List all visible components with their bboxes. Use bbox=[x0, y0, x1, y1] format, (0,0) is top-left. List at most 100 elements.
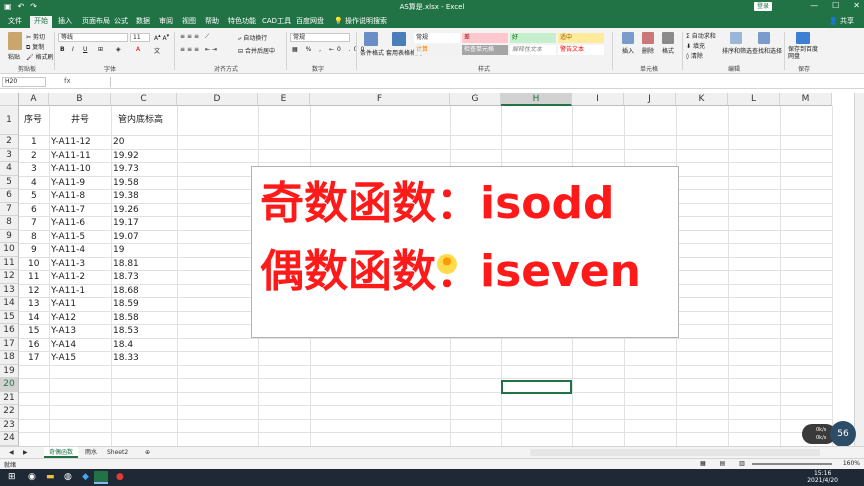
tab-data[interactable]: 数据 bbox=[132, 16, 154, 28]
chrome-icon[interactable]: ◍ bbox=[64, 472, 72, 482]
row-header[interactable]: 5 bbox=[0, 175, 19, 189]
clear-button[interactable]: ◊ 清除 bbox=[686, 51, 703, 60]
column-header[interactable]: J bbox=[624, 93, 676, 106]
style-good[interactable]: 好 bbox=[510, 33, 556, 43]
cell[interactable]: 1 bbox=[31, 136, 37, 149]
cell[interactable]: 10 bbox=[28, 258, 39, 271]
row-header[interactable]: 15 bbox=[0, 310, 19, 324]
column-header[interactable]: I bbox=[572, 93, 624, 106]
cell[interactable]: Y-A11-6 bbox=[51, 217, 85, 230]
excel-taskbar-icon[interactable] bbox=[94, 471, 108, 484]
column-header[interactable]: F bbox=[310, 93, 450, 106]
view-mode-icons[interactable]: ▦ ▤ ▥ bbox=[700, 460, 751, 467]
tab-cad-tools[interactable]: CAD工具 bbox=[258, 16, 295, 28]
cell[interactable]: 18.4 bbox=[113, 339, 133, 352]
row-header[interactable]: 14 bbox=[0, 297, 19, 311]
cell[interactable]: 19 bbox=[113, 244, 124, 257]
cell[interactable]: 18.68 bbox=[113, 285, 139, 298]
add-sheet-icon[interactable]: ⊕ bbox=[140, 447, 155, 458]
sort-filter-label[interactable]: 排序和筛选 bbox=[722, 46, 752, 55]
autosum-button[interactable]: Σ 自动求和 bbox=[686, 31, 716, 40]
row-header[interactable]: 6 bbox=[0, 189, 19, 203]
cell[interactable]: 18.33 bbox=[113, 352, 139, 365]
cell[interactable]: 2 bbox=[31, 150, 37, 163]
cell[interactable]: 18.73 bbox=[113, 271, 139, 284]
find-select-label[interactable]: 查找和选择 bbox=[752, 46, 782, 55]
style-check-cell[interactable]: 检查单元格 bbox=[462, 45, 508, 55]
fill-color-icon[interactable]: ◈ bbox=[116, 46, 121, 53]
row-header[interactable]: 17 bbox=[0, 337, 19, 351]
row-header[interactable]: 3 bbox=[0, 148, 19, 162]
column-header[interactable]: D bbox=[177, 93, 258, 106]
cell[interactable]: 6 bbox=[31, 204, 37, 217]
cell[interactable]: Y-A11-7 bbox=[51, 204, 85, 217]
signin-button[interactable]: 登录 bbox=[754, 2, 772, 11]
row-header[interactable]: 7 bbox=[0, 202, 19, 216]
horizontal-align-icons[interactable]: ≡≡≡ ⇤⇥ bbox=[180, 46, 219, 53]
cell[interactable]: Y-A11-4 bbox=[51, 244, 85, 257]
select-all-corner[interactable] bbox=[0, 93, 19, 106]
cell[interactable]: Y-A11-12 bbox=[51, 136, 91, 149]
column-header[interactable]: M bbox=[780, 93, 832, 106]
column-header-selected[interactable]: H bbox=[501, 93, 572, 106]
cell[interactable]: 19.92 bbox=[113, 150, 139, 163]
cell[interactable]: 19.07 bbox=[113, 231, 139, 244]
fill-button[interactable]: ⬇ 填充 bbox=[686, 41, 705, 50]
cell[interactable]: Y-A13 bbox=[51, 325, 76, 338]
sheet-nav-right-icon[interactable]: ▶ bbox=[18, 447, 33, 458]
row-header[interactable]: 23 bbox=[0, 418, 19, 432]
cell[interactable]: 13 bbox=[28, 298, 39, 311]
row-header[interactable]: 2 bbox=[0, 135, 19, 149]
tab-review[interactable]: 审阅 bbox=[155, 16, 177, 28]
header-cell-well[interactable]: 井号 bbox=[71, 114, 89, 127]
row-header[interactable]: 11 bbox=[0, 256, 19, 270]
border-icon[interactable]: ⊞ bbox=[98, 46, 103, 53]
bold-button[interactable]: B bbox=[60, 46, 65, 53]
column-header[interactable]: G bbox=[450, 93, 501, 106]
column-header[interactable]: E bbox=[258, 93, 310, 106]
cell[interactable]: 18.59 bbox=[113, 298, 139, 311]
row-header[interactable]: 13 bbox=[0, 283, 19, 297]
column-header[interactable]: K bbox=[676, 93, 728, 106]
cell[interactable]: Y-A14 bbox=[51, 339, 76, 352]
vertical-scrollbar[interactable] bbox=[854, 93, 864, 447]
tab-home[interactable]: 开始 bbox=[30, 16, 52, 28]
edge-icon[interactable]: ◉ bbox=[28, 472, 36, 482]
row-header[interactable]: 16 bbox=[0, 324, 19, 338]
name-box[interactable]: H20 bbox=[2, 77, 46, 87]
cell[interactable]: Y-A11 bbox=[51, 298, 76, 311]
row-header[interactable]: 12 bbox=[0, 270, 19, 284]
row-header[interactable]: 8 bbox=[0, 216, 19, 230]
phonetic-icon[interactable]: 文 bbox=[154, 46, 160, 55]
tab-features[interactable]: 特色功能 bbox=[224, 16, 260, 28]
style-normal[interactable]: 常规 bbox=[414, 33, 460, 43]
close-icon[interactable]: ✕ bbox=[853, 1, 860, 10]
file-explorer-icon[interactable]: ▬ bbox=[46, 472, 55, 482]
cell[interactable]: 18.81 bbox=[113, 258, 139, 271]
cell[interactable]: 4 bbox=[31, 177, 37, 190]
grow-font-icon[interactable]: A▴ A▾ bbox=[154, 33, 169, 42]
row-header[interactable]: 18 bbox=[0, 351, 19, 365]
cell[interactable]: 15 bbox=[28, 325, 39, 338]
tell-me-search[interactable]: 💡 操作说明搜索 bbox=[330, 16, 391, 28]
baidu-cloud-icon[interactable] bbox=[796, 32, 810, 44]
style-explanatory[interactable]: 解释性文本 bbox=[510, 45, 556, 55]
cell[interactable]: 5 bbox=[31, 190, 37, 203]
cell[interactable]: 18.53 bbox=[113, 325, 139, 338]
paste-icon[interactable] bbox=[8, 32, 22, 50]
format-cells-label[interactable]: 格式 bbox=[662, 46, 674, 55]
column-header[interactable]: C bbox=[111, 93, 177, 106]
tab-baidu[interactable]: 百度网盘 bbox=[292, 16, 328, 28]
style-neutral[interactable]: 适中 bbox=[558, 33, 604, 43]
cell[interactable]: 12 bbox=[28, 285, 39, 298]
sheet-tab-active[interactable]: 奇偶函数 bbox=[44, 447, 79, 458]
maximize-icon[interactable]: ☐ bbox=[832, 1, 839, 10]
tab-file[interactable]: 文件 bbox=[4, 16, 26, 28]
row-header[interactable]: 9 bbox=[0, 229, 19, 243]
row-header-selected[interactable]: 20 bbox=[0, 378, 19, 392]
style-calculation[interactable]: 计算 bbox=[414, 45, 460, 55]
cell[interactable]: Y-A11-8 bbox=[51, 190, 85, 203]
zoom-level[interactable]: 160% bbox=[843, 460, 860, 467]
tab-formulas[interactable]: 公式 bbox=[110, 16, 132, 28]
cell[interactable]: 3 bbox=[31, 163, 37, 176]
